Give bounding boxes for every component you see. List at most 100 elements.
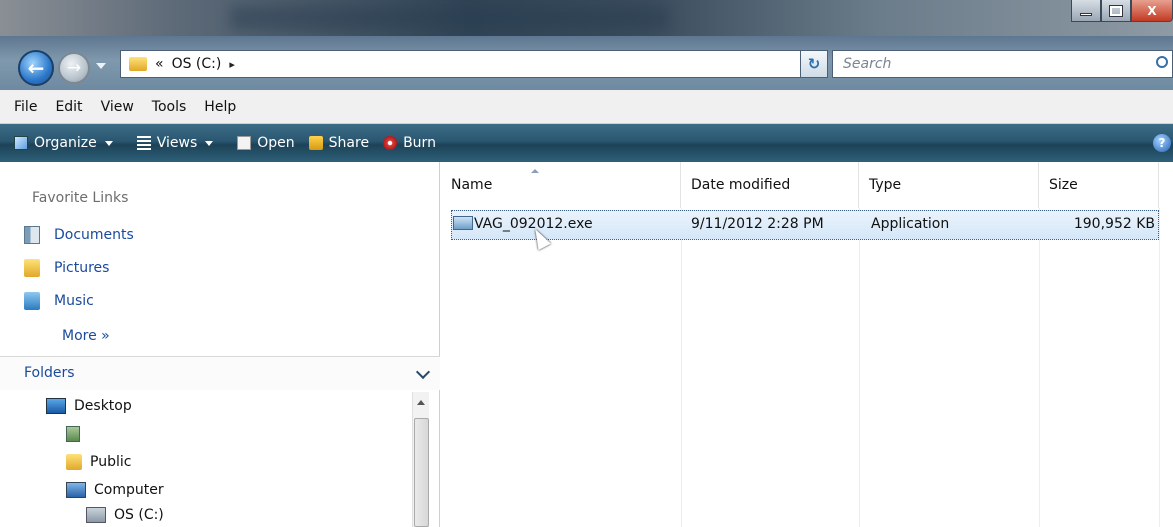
chevron-down-icon[interactable] <box>415 364 431 380</box>
folder-icon <box>66 454 82 470</box>
forward-button[interactable]: → <box>58 52 90 84</box>
fav-link-documents[interactable]: Documents <box>24 226 134 244</box>
scroll-up-icon[interactable] <box>417 400 425 405</box>
file-type-cell: Application <box>871 216 950 232</box>
address-row: ← → « OS (C:) ▸ ↻ Search <box>0 36 1173 90</box>
menu-tools[interactable]: Tools <box>152 99 187 115</box>
burn-button[interactable]: Burn <box>383 135 436 151</box>
sort-arrow-icon <box>531 169 539 173</box>
breadcrumb-os-c[interactable]: OS (C:) <box>172 56 222 72</box>
music-icon <box>24 292 40 310</box>
address-bar[interactable]: « OS (C:) ▸ <box>120 50 820 78</box>
menu-edit[interactable]: Edit <box>55 99 82 115</box>
tree-label: OS (C:) <box>114 507 164 523</box>
user-folder-icon <box>66 426 80 442</box>
fav-link-label: Documents <box>54 227 134 243</box>
views-label: Views <box>156 135 198 151</box>
breadcrumb-arrow-icon[interactable]: ▸ <box>229 58 235 71</box>
fav-link-music[interactable]: Music <box>24 292 94 310</box>
folder-icon <box>129 57 147 71</box>
recent-pages-dropdown[interactable] <box>96 63 106 69</box>
fav-link-label: Music <box>54 293 94 309</box>
title-bar: X <box>0 0 1173 36</box>
file-list: Name Date modified Type Size VAG_092012.… <box>441 162 1173 527</box>
organize-icon <box>14 136 28 150</box>
column-label: Date modified <box>691 177 791 193</box>
help-icon[interactable]: ? <box>1153 134 1171 152</box>
favorite-links-title: Favorite Links <box>32 190 129 206</box>
search-input[interactable]: Search <box>843 56 891 72</box>
menu-bar: File Edit View Tools Help <box>0 90 1173 124</box>
back-button[interactable]: ← <box>18 50 54 86</box>
tree-label: Public <box>90 454 132 470</box>
share-label: Share <box>328 135 370 151</box>
column-divider <box>1159 208 1160 527</box>
burn-label: Burn <box>403 135 436 151</box>
views-button[interactable]: Views <box>136 135 214 151</box>
window-controls: X <box>1071 0 1173 26</box>
share-button[interactable]: Share <box>308 135 370 151</box>
file-size-cell: 190,952 KB <box>1073 216 1155 232</box>
search-icon[interactable] <box>1156 56 1168 68</box>
column-header-name[interactable]: Name <box>441 162 681 208</box>
scroll-thumb[interactable] <box>414 418 429 527</box>
folders-scrollbar[interactable] <box>412 392 429 527</box>
command-bar: Organize Views Open Share Burn ? <box>0 124 1173 162</box>
desktop-icon <box>46 398 66 414</box>
tree-label: Desktop <box>74 398 132 414</box>
search-box[interactable]: Search <box>832 50 1173 78</box>
maximize-button[interactable] <box>1101 0 1131 22</box>
tree-item-user[interactable] <box>66 426 88 442</box>
back-arrow-icon: ← <box>27 56 45 80</box>
column-divider <box>859 208 860 527</box>
file-name-cell[interactable]: VAG_092012.exe <box>453 216 593 232</box>
application-icon <box>453 216 473 230</box>
maximize-icon <box>1109 4 1123 17</box>
tree-item-desktop[interactable]: Desktop <box>46 398 132 414</box>
navigation-pane: Favorite Links Documents Pictures Music … <box>0 162 440 527</box>
menu-view[interactable]: View <box>101 99 134 115</box>
fav-link-label: Pictures <box>54 260 110 276</box>
folders-title: Folders <box>24 365 75 381</box>
tree-item-os-c[interactable]: OS (C:) <box>86 507 164 523</box>
refresh-icon: ↻ <box>807 55 821 73</box>
column-header-date[interactable]: Date modified <box>681 162 859 208</box>
more-links[interactable]: More » <box>62 328 110 344</box>
forward-arrow-icon: → <box>66 58 82 78</box>
share-icon <box>308 136 323 150</box>
close-button[interactable]: X <box>1131 0 1173 22</box>
tree-item-computer[interactable]: Computer <box>66 482 164 498</box>
open-icon <box>237 136 252 150</box>
organize-button[interactable]: Organize <box>14 135 113 151</box>
minimize-button[interactable] <box>1071 0 1101 22</box>
drive-icon <box>86 507 106 523</box>
tree-label: Computer <box>94 482 164 498</box>
documents-icon <box>24 226 40 244</box>
fav-link-pictures[interactable]: Pictures <box>24 259 109 277</box>
address-overflow[interactable]: « <box>155 56 164 72</box>
pictures-icon <box>24 259 40 277</box>
menu-help[interactable]: Help <box>204 99 236 115</box>
column-label: Type <box>869 177 902 193</box>
folders-header[interactable]: Folders <box>0 356 440 390</box>
chevron-down-icon <box>205 140 214 146</box>
open-button[interactable]: Open <box>237 135 295 151</box>
menu-file[interactable]: File <box>14 99 37 115</box>
minimize-icon <box>1080 13 1092 16</box>
views-icon <box>136 136 151 150</box>
organize-label: Organize <box>34 135 97 151</box>
tree-item-public[interactable]: Public <box>66 454 131 470</box>
column-divider <box>1039 208 1040 527</box>
open-label: Open <box>257 135 295 151</box>
computer-icon <box>66 482 86 498</box>
column-label: Size <box>1049 177 1078 193</box>
title-blur <box>230 6 670 30</box>
column-divider <box>681 208 682 527</box>
file-date-cell: 9/11/2012 2:28 PM <box>691 216 824 232</box>
chevron-down-icon <box>104 140 113 146</box>
burn-icon <box>383 136 398 150</box>
column-header-size[interactable]: Size <box>1039 162 1159 208</box>
column-header-type[interactable]: Type <box>859 162 1039 208</box>
refresh-button[interactable]: ↻ <box>800 50 828 78</box>
column-label: Name <box>451 177 493 193</box>
